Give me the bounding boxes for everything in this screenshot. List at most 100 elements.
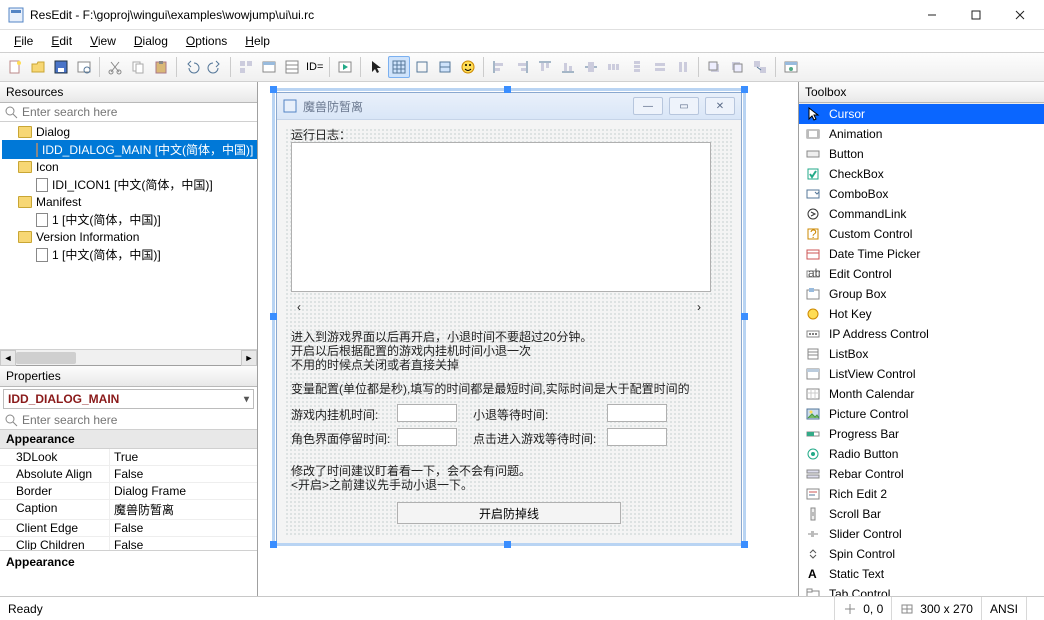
tool-animation[interactable]: Animation (799, 124, 1044, 144)
res-icon1[interactable]: IDI_ICON1 [中文(简体，中国)] (2, 175, 257, 194)
minimize-button[interactable] (910, 1, 954, 29)
edit-enter-wait[interactable] (607, 428, 667, 446)
same-height-icon[interactable] (672, 56, 694, 78)
send-back-icon[interactable] (726, 56, 748, 78)
save-icon[interactable] (50, 56, 72, 78)
prop-group-appearance[interactable]: Appearance (0, 430, 257, 449)
menu-help[interactable]: Help (237, 32, 278, 50)
open-icon[interactable] (27, 56, 49, 78)
menu-view[interactable]: View (82, 32, 124, 50)
menu-dialog[interactable]: Dialog (126, 32, 176, 50)
resources-search-input[interactable] (22, 105, 253, 119)
tool-rebar[interactable]: Rebar Control (799, 464, 1044, 484)
snap-icon[interactable] (411, 56, 433, 78)
tool-slider[interactable]: Slider Control (799, 524, 1044, 544)
log-textarea[interactable] (291, 142, 711, 292)
menu-edit[interactable]: Edit (43, 32, 80, 50)
paste-icon[interactable] (150, 56, 172, 78)
tool-edit[interactable]: ablEdit Control (799, 264, 1044, 284)
space-h-icon[interactable] (603, 56, 625, 78)
undo-icon[interactable] (181, 56, 203, 78)
tool-commandlink[interactable]: CommandLink (799, 204, 1044, 224)
monthcal-icon (805, 386, 821, 402)
folder-icon[interactable]: Icon (2, 159, 257, 175)
cut-icon[interactable] (104, 56, 126, 78)
dlg-maximize-button[interactable]: ▭ (669, 97, 699, 115)
new-icon[interactable] (4, 56, 26, 78)
edit-char-stay[interactable] (397, 428, 457, 446)
start-button[interactable]: 开启防掉线 (397, 502, 621, 524)
info-text: 不用的时候点关闭或者直接关掉 (291, 356, 459, 373)
tool-picture[interactable]: Picture Control (799, 404, 1044, 424)
tool-radio[interactable]: Radio Button (799, 444, 1044, 464)
dlg-close-button[interactable]: ✕ (705, 97, 735, 115)
properties-grid[interactable]: Appearance 3DLookTrue Absolute AlignFals… (0, 430, 257, 550)
pointer-icon[interactable] (365, 56, 387, 78)
bring-front-icon[interactable] (703, 56, 725, 78)
button-icon (805, 146, 821, 162)
properties-object-combo[interactable]: IDD_DIALOG_MAIN▾ (3, 389, 254, 409)
tool-tab[interactable]: Tab Control (799, 584, 1044, 596)
tab-order-icon[interactable] (749, 56, 771, 78)
tool-progressbar[interactable]: Progress Bar (799, 424, 1044, 444)
dialog-new-icon[interactable] (258, 56, 280, 78)
edit-hang-time[interactable] (397, 404, 457, 422)
menu-file[interactable]: File (6, 32, 41, 50)
align-right-icon[interactable] (511, 56, 533, 78)
folder-manifest[interactable]: Manifest (2, 194, 257, 210)
res-tree-icon[interactable] (235, 56, 257, 78)
tool-hotkey[interactable]: Hot Key (799, 304, 1044, 324)
redo-icon[interactable] (204, 56, 226, 78)
properties-search-input[interactable] (22, 413, 253, 427)
res-version-1[interactable]: 1 [中文(简体，中国)] (2, 245, 257, 264)
lock-icon[interactable] (434, 56, 456, 78)
space-v-icon[interactable] (626, 56, 648, 78)
preview-icon[interactable] (73, 56, 95, 78)
folder-version[interactable]: Version Information (2, 229, 257, 245)
tool-scrollbar[interactable]: Scroll Bar (799, 504, 1044, 524)
tool-monthcal[interactable]: Month Calendar (799, 384, 1044, 404)
dlg-minimize-button[interactable]: — (633, 97, 663, 115)
folder-dialog[interactable]: Dialog (2, 124, 257, 140)
smiley-icon[interactable] (457, 56, 479, 78)
align-top-icon[interactable] (534, 56, 556, 78)
tool-combobox[interactable]: ComboBox (799, 184, 1044, 204)
tool-ipaddr[interactable]: IP Address Control (799, 324, 1044, 344)
tool-static[interactable]: AStatic Text (799, 564, 1044, 584)
maximize-button[interactable] (954, 1, 998, 29)
designer-area[interactable]: 魔兽防暂离 — ▭ ✕ 运行日志： ‹› 进入到游戏界面以后再开启，小退时间不要… (258, 82, 798, 596)
grid-icon[interactable] (388, 56, 410, 78)
scrollbar-icon (805, 506, 821, 522)
toolbox-list[interactable]: Cursor Animation Button CheckBox ComboBo… (799, 103, 1044, 596)
res-manifest-1[interactable]: 1 [中文(简体，中国)] (2, 210, 257, 229)
res-dialog-main[interactable]: IDD_DIALOG_MAIN [中文(简体，中国)] (2, 140, 257, 159)
tool-checkbox[interactable]: CheckBox (799, 164, 1044, 184)
tool-button[interactable]: Button (799, 144, 1044, 164)
run-icon[interactable] (334, 56, 356, 78)
prop-row: Clip ChildrenFalse (0, 537, 257, 550)
tool-cursor[interactable]: Cursor (799, 104, 1044, 124)
tool-listview[interactable]: ListView Control (799, 364, 1044, 384)
close-button[interactable] (998, 1, 1042, 29)
status-grip[interactable] (1026, 597, 1044, 620)
tool-spin[interactable]: Spin Control (799, 544, 1044, 564)
resources-hscroll[interactable]: ◄► (0, 349, 257, 365)
size-icon (900, 602, 914, 616)
dialog-preview[interactable]: 魔兽防暂离 — ▭ ✕ 运行日志： ‹› 进入到游戏界面以后再开启，小退时间不要… (276, 92, 742, 544)
test-dialog-icon[interactable] (780, 56, 802, 78)
align-left-icon[interactable] (488, 56, 510, 78)
tool-custom[interactable]: ?Custom Control (799, 224, 1044, 244)
tool-listbox[interactable]: ListBox (799, 344, 1044, 364)
menu-options[interactable]: Options (178, 32, 235, 50)
tool-richedit[interactable]: Rich Edit 2 (799, 484, 1044, 504)
copy-icon[interactable] (127, 56, 149, 78)
edit-logout-wait[interactable] (607, 404, 667, 422)
center-h-icon[interactable] (580, 56, 602, 78)
same-width-icon[interactable] (649, 56, 671, 78)
tool-datetime[interactable]: Date Time Picker (799, 244, 1044, 264)
tool-groupbox[interactable]: Group Box (799, 284, 1044, 304)
menu-bar: File Edit View Dialog Options Help (0, 30, 1044, 52)
resources-tree[interactable]: Dialog IDD_DIALOG_MAIN [中文(简体，中国)] Icon … (0, 122, 257, 349)
props-icon[interactable] (281, 56, 303, 78)
align-bottom-icon[interactable] (557, 56, 579, 78)
